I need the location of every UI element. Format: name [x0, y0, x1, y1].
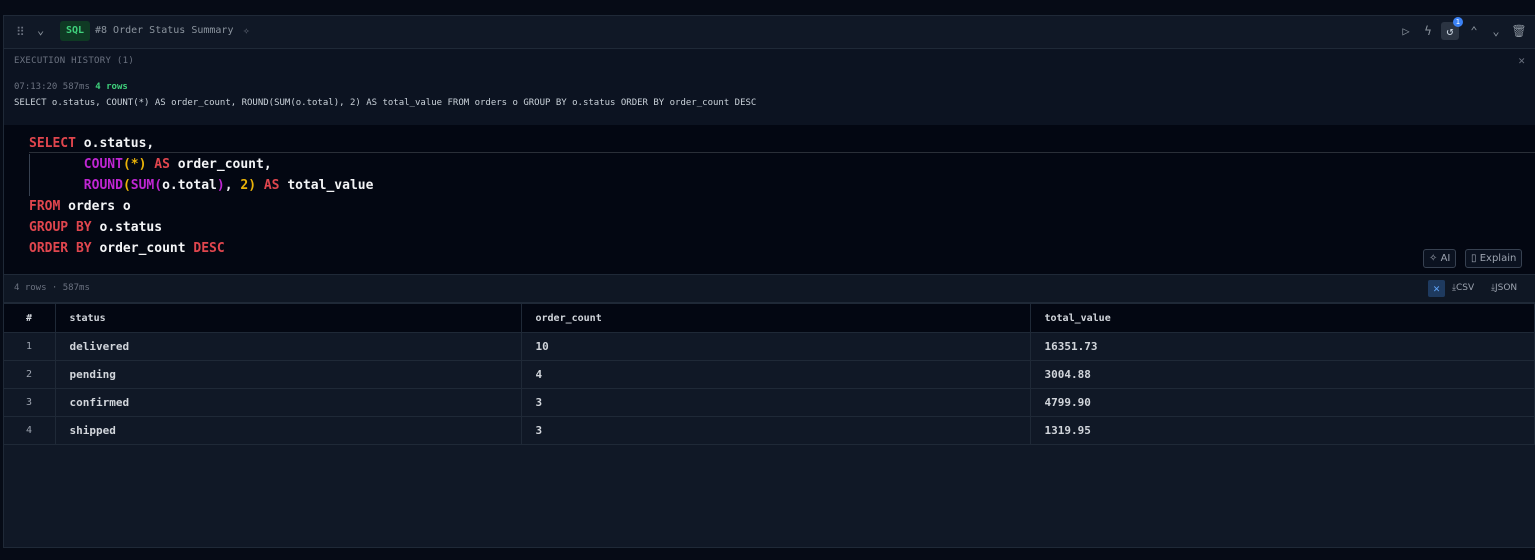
code-content[interactable]: SELECT o.status, COUNT(*) AS order_count…: [29, 133, 373, 259]
history-query[interactable]: SELECT o.status, COUNT(*) AS order_count…: [14, 98, 756, 108]
move-up-icon[interactable]: ⌃: [1465, 22, 1483, 40]
move-down-icon[interactable]: ⌄: [1487, 22, 1505, 40]
column-header[interactable]: total_value: [1029, 303, 1535, 333]
table-cell[interactable]: 4799.90: [1029, 388, 1535, 417]
row-number: 3: [4, 388, 56, 417]
results-toolbar: 4 rows · 587ms ✕ ⤓CSV ⤓JSON: [4, 275, 1535, 303]
explain-button[interactable]: ▯ Explain: [1465, 249, 1523, 268]
table-cell[interactable]: 1319.95: [1029, 416, 1535, 445]
history-count-badge: 1: [1453, 17, 1463, 27]
table-cell[interactable]: 4: [520, 360, 1031, 389]
drag-handle-icon[interactable]: ⠿: [16, 25, 25, 39]
close-icon[interactable]: ✕: [1518, 54, 1525, 67]
cell-title[interactable]: #8 Order Status Summary: [95, 25, 233, 36]
sql-cell: ⠿ ⌄ SQL #8 Order Status Summary ✧ ▷ ϟ ↺ 1…: [3, 15, 1535, 548]
json-export-button[interactable]: ⤓JSON: [1491, 280, 1517, 296]
csv-export-button[interactable]: ⤓CSV: [1452, 280, 1474, 296]
json-label: JSON: [1494, 283, 1518, 293]
table-cell[interactable]: 16351.73: [1029, 332, 1535, 361]
table-cell[interactable]: 3: [520, 416, 1031, 445]
table-cell[interactable]: shipped: [54, 416, 522, 445]
history-duration: 587ms: [62, 82, 90, 92]
magic-wand-icon[interactable]: ✧: [243, 24, 250, 37]
row-number: 1: [4, 332, 56, 361]
history-icon[interactable]: ↺ 1: [1441, 17, 1463, 40]
execution-history-panel: EXECUTION HISTORY (1) ✕ 07:13:20 587ms 4…: [4, 49, 1535, 125]
ai-button[interactable]: ✧ AI: [1423, 249, 1457, 268]
history-time: 07:13:20: [14, 82, 58, 92]
table-cell[interactable]: pending: [54, 360, 522, 389]
table-cell[interactable]: 3004.88: [1029, 360, 1535, 389]
sparkle-icon: ✧: [1429, 253, 1438, 264]
cell-header: ⠿ ⌄ SQL #8 Order Status Summary ✧ ▷ ϟ ↺ 1…: [4, 16, 1535, 49]
csv-label: CSV: [1455, 283, 1475, 293]
table-row[interactable]: 4 shipped 3 1319.95: [4, 416, 1535, 445]
table-cell[interactable]: 10: [520, 332, 1031, 361]
results-table: # status order_count total_value 1 deliv…: [4, 303, 1535, 445]
table-row[interactable]: 3 confirmed 3 4799.90: [4, 388, 1535, 417]
lightning-icon[interactable]: ϟ: [1419, 22, 1437, 40]
collapse-chevron-icon[interactable]: ⌄: [37, 23, 44, 37]
table-row[interactable]: 1 delivered 10 16351.73: [4, 332, 1535, 361]
trash-icon[interactable]: 🗑: [1510, 22, 1528, 40]
book-icon: ▯: [1471, 253, 1477, 264]
row-number: 4: [4, 416, 56, 445]
language-badge: SQL: [60, 21, 91, 41]
run-icon[interactable]: ▷: [1397, 22, 1415, 40]
table-cell[interactable]: delivered: [54, 332, 522, 361]
history-title: EXECUTION HISTORY (1): [14, 56, 135, 66]
results-summary: 4 rows · 587ms: [14, 283, 90, 293]
column-header[interactable]: #: [4, 303, 56, 333]
ai-label: AI: [1440, 253, 1451, 264]
table-header-row: # status order_count total_value: [4, 303, 1535, 333]
close-results-icon[interactable]: ✕: [1428, 280, 1445, 297]
row-number: 2: [4, 360, 56, 389]
table-cell[interactable]: confirmed: [54, 388, 522, 417]
history-entry-meta[interactable]: 07:13:20 587ms 4 rows: [14, 82, 128, 92]
column-header[interactable]: order_count: [520, 303, 1031, 333]
sql-editor[interactable]: SELECT o.status, COUNT(*) AS order_count…: [4, 125, 1535, 275]
explain-label: Explain: [1479, 253, 1517, 264]
column-header[interactable]: status: [54, 303, 522, 333]
table-row[interactable]: 2 pending 4 3004.88: [4, 360, 1535, 389]
table-cell[interactable]: 3: [520, 388, 1031, 417]
history-rows: 4 rows: [95, 82, 128, 92]
